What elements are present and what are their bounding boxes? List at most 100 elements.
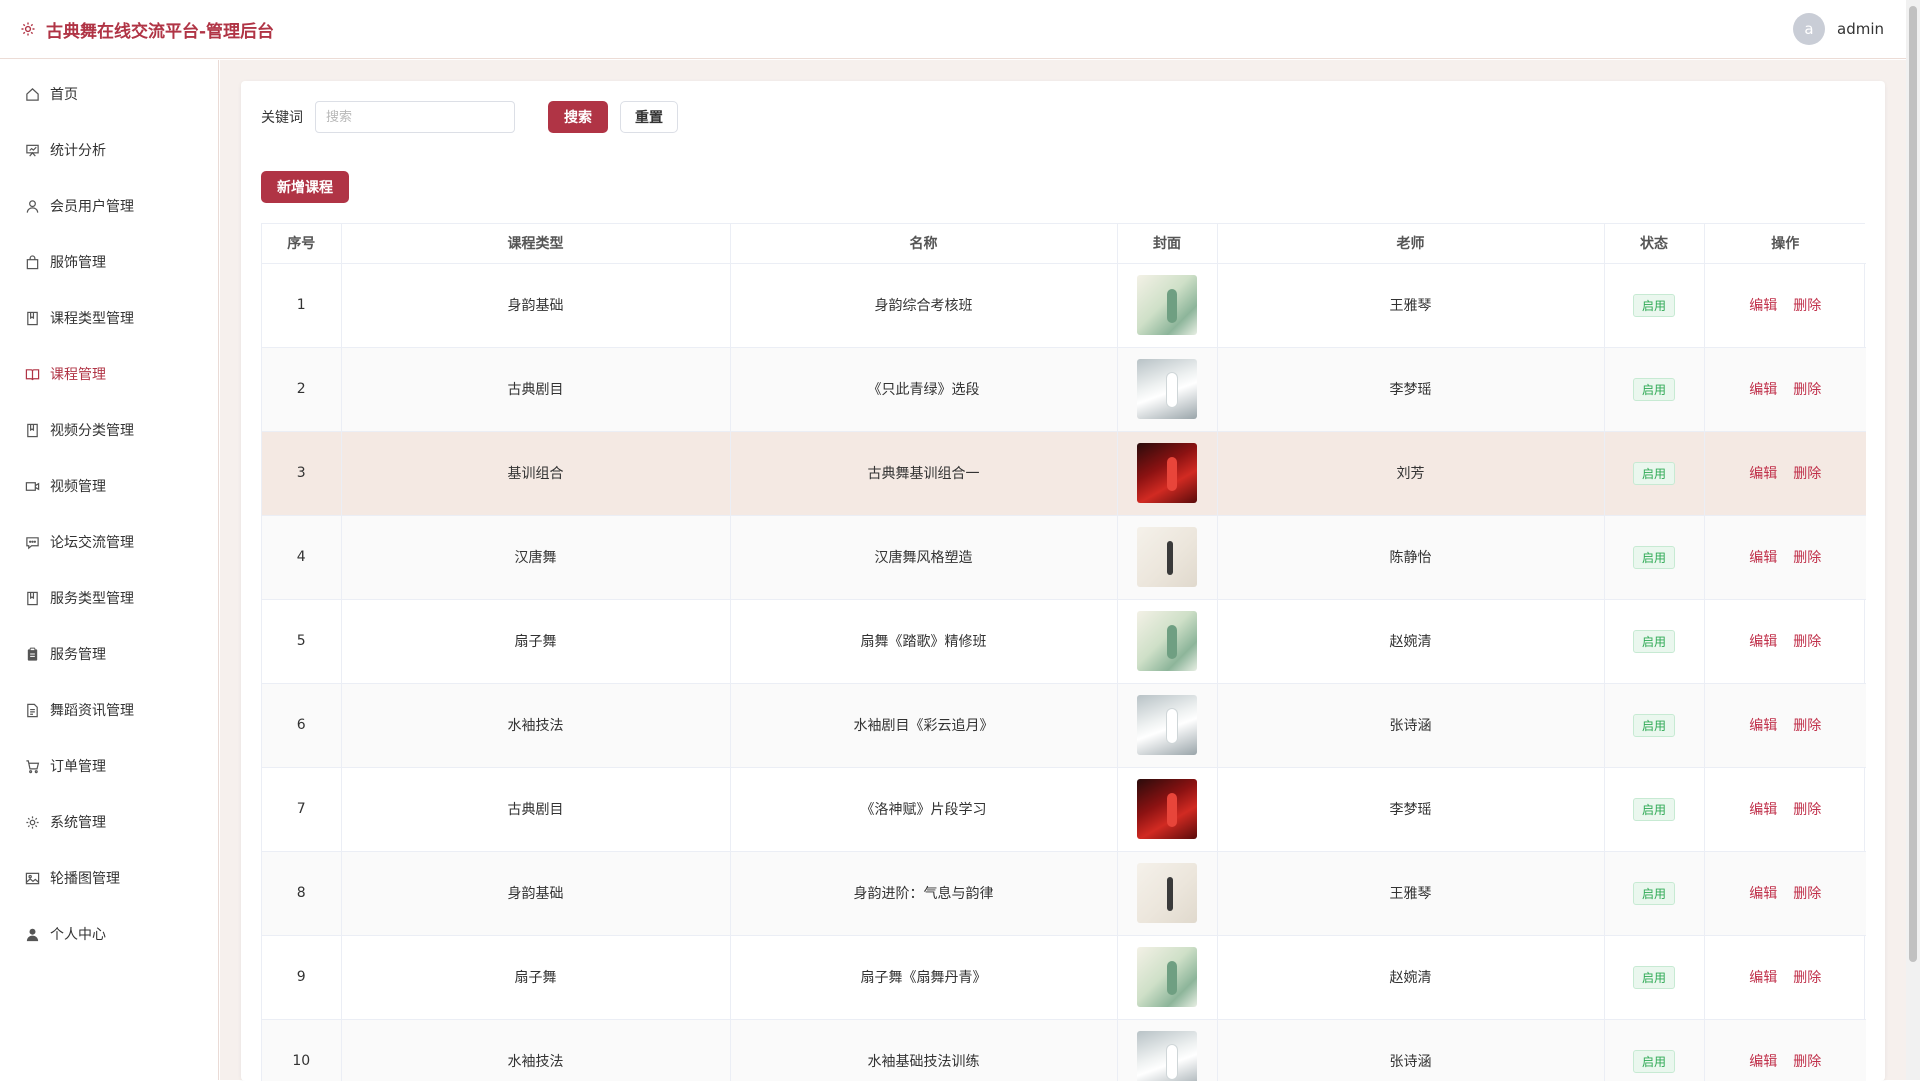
edit-button[interactable]: 编辑 [1749, 382, 1777, 398]
dancer-figure [1167, 289, 1177, 323]
keyword-label: 关键词 [261, 110, 303, 126]
course-cover-image[interactable] [1137, 359, 1197, 419]
user-menu[interactable]: a admin [1793, 13, 1884, 45]
cart-icon [24, 758, 40, 774]
cell-actions: 编辑 删除 [1704, 263, 1866, 348]
table-row[interactable]: 10 水袖技法 水袖基础技法训练 张诗涵 启用 编辑 删除 [262, 1019, 1866, 1081]
table-row[interactable]: 9 扇子舞 扇子舞《扇舞丹青》 赵婉清 启用 编辑 删除 [262, 935, 1866, 1020]
table-row[interactable]: 6 水袖技法 水袖剧目《彩云追月》 张诗涵 启用 编辑 删除 [262, 683, 1866, 768]
cell-cover [1117, 515, 1218, 600]
sidebar-item-service-types[interactable]: 服务类型管理 [0, 570, 218, 626]
add-course-button[interactable]: 新增课程 [261, 171, 349, 203]
sidebar-item-home[interactable]: 首页 [0, 66, 218, 122]
sidebar-item-apparel[interactable]: 服饰管理 [0, 234, 218, 290]
sidebar-item-courses[interactable]: 课程管理 [0, 346, 218, 402]
dancer-figure [1167, 457, 1177, 491]
sidebar-item-label: 服务类型管理 [50, 591, 134, 607]
status-badge: 启用 [1632, 545, 1675, 569]
edit-button[interactable]: 编辑 [1749, 550, 1777, 566]
status-badge: 启用 [1632, 1049, 1675, 1073]
course-cover-image[interactable] [1137, 611, 1197, 671]
sidebar-item-label: 舞蹈资讯管理 [50, 703, 134, 719]
cell-actions: 编辑 删除 [1704, 431, 1866, 516]
delete-button[interactable]: 删除 [1793, 382, 1821, 398]
course-cover-image[interactable] [1137, 275, 1197, 335]
course-cover-image[interactable] [1137, 863, 1197, 923]
sidebar-item-services[interactable]: 服务管理 [0, 626, 218, 682]
search-input[interactable] [315, 101, 515, 133]
status-badge: 启用 [1632, 965, 1675, 989]
cell-course-type: 古典剧目 [341, 347, 731, 432]
cell-teacher: 王雅琴 [1217, 263, 1605, 348]
edit-button[interactable]: 编辑 [1749, 718, 1777, 734]
sidebar-item-forum[interactable]: 论坛交流管理 [0, 514, 218, 570]
delete-button[interactable]: 删除 [1793, 802, 1821, 818]
sidebar-item-videos[interactable]: 视频管理 [0, 458, 218, 514]
column-header-no: 序号 [262, 224, 342, 264]
search-button[interactable]: 搜索 [548, 101, 608, 133]
cell-no: 7 [262, 767, 342, 852]
edit-button[interactable]: 编辑 [1749, 634, 1777, 650]
reset-button[interactable]: 重置 [620, 101, 678, 133]
status-badge: 启用 [1632, 461, 1675, 485]
page-scrollbar[interactable] [1906, 0, 1920, 1080]
dancer-figure [1167, 709, 1177, 743]
sidebar-item-profile[interactable]: 个人中心 [0, 906, 218, 962]
edit-button[interactable]: 编辑 [1749, 886, 1777, 902]
scrollbar-thumb[interactable] [1909, 6, 1917, 962]
sidebar-item-orders[interactable]: 订单管理 [0, 738, 218, 794]
sidebar-item-members[interactable]: 会员用户管理 [0, 178, 218, 234]
course-cover-image[interactable] [1137, 443, 1197, 503]
book-icon [24, 310, 40, 326]
content-card: 关键词 搜索 重置 新增课程 序号 课程类型 名称 封面 老师 状态 [241, 81, 1885, 1081]
sidebar-item-system[interactable]: 系统管理 [0, 794, 218, 850]
delete-button[interactable]: 删除 [1793, 634, 1821, 650]
table-row[interactable]: 8 身韵基础 身韵进阶：气息与韵律 王雅琴 启用 编辑 删除 [262, 851, 1866, 936]
sidebar-item-course-types[interactable]: 课程类型管理 [0, 290, 218, 346]
edit-button[interactable]: 编辑 [1749, 298, 1777, 314]
delete-button[interactable]: 删除 [1793, 550, 1821, 566]
sidebar-item-carousel[interactable]: 轮播图管理 [0, 850, 218, 906]
username[interactable]: admin [1837, 20, 1884, 38]
sidebar-item-statistics[interactable]: 统计分析 [0, 122, 218, 178]
delete-button[interactable]: 删除 [1793, 466, 1821, 482]
course-cover-image[interactable] [1137, 947, 1197, 1007]
cell-course-name: 水袖基础技法训练 [730, 1019, 1118, 1081]
cell-actions: 编辑 删除 [1704, 599, 1866, 684]
table-row[interactable]: 7 古典剧目 《洛神赋》片段学习 李梦瑶 启用 编辑 删除 [262, 767, 1866, 852]
course-cover-image[interactable] [1137, 695, 1197, 755]
top-bar: 古典舞在线交流平台-管理后台 a admin [0, 0, 1906, 59]
table-header-row: 序号 课程类型 名称 封面 老师 状态 操作 [262, 224, 1866, 264]
sidebar: 首页 统计分析 会员用户管理 服饰管理 课程类型管理 课程管理 视频分类管理 视… [0, 60, 219, 1080]
gear-icon [24, 814, 40, 830]
cell-status: 启用 [1604, 935, 1705, 1020]
course-cover-image[interactable] [1137, 527, 1197, 587]
edit-button[interactable]: 编辑 [1749, 466, 1777, 482]
sidebar-item-video-categories[interactable]: 视频分类管理 [0, 402, 218, 458]
edit-button[interactable]: 编辑 [1749, 802, 1777, 818]
delete-button[interactable]: 删除 [1793, 970, 1821, 986]
table-row[interactable]: 3 基训组合 古典舞基训组合一 刘芳 启用 编辑 删除 [262, 431, 1866, 516]
delete-button[interactable]: 删除 [1793, 886, 1821, 902]
cell-status: 启用 [1604, 683, 1705, 768]
table-row[interactable]: 2 古典剧目 《只此青绿》选段 李梦瑶 启用 编辑 删除 [262, 347, 1866, 432]
course-cover-image[interactable] [1137, 1031, 1197, 1081]
cell-actions: 编辑 删除 [1704, 767, 1866, 852]
delete-button[interactable]: 删除 [1793, 1054, 1821, 1070]
status-badge: 启用 [1632, 377, 1675, 401]
app-title: 古典舞在线交流平台-管理后台 [46, 21, 275, 42]
delete-button[interactable]: 删除 [1793, 298, 1821, 314]
cell-no: 6 [262, 683, 342, 768]
column-header-cover: 封面 [1117, 224, 1218, 264]
course-cover-image[interactable] [1137, 779, 1197, 839]
column-header-name: 名称 [730, 224, 1118, 264]
edit-button[interactable]: 编辑 [1749, 1054, 1777, 1070]
sidebar-item-dance-news[interactable]: 舞蹈资讯管理 [0, 682, 218, 738]
table-row[interactable]: 1 身韵基础 身韵综合考核班 王雅琴 启用 编辑 删除 [262, 263, 1866, 348]
table-row[interactable]: 5 扇子舞 扇舞《踏歌》精修班 赵婉清 启用 编辑 删除 [262, 599, 1866, 684]
cell-actions: 编辑 删除 [1704, 347, 1866, 432]
table-row[interactable]: 4 汉唐舞 汉唐舞风格塑造 陈静怡 启用 编辑 删除 [262, 515, 1866, 600]
avatar[interactable]: a [1793, 13, 1825, 45]
delete-button[interactable]: 删除 [1793, 718, 1821, 734]
edit-button[interactable]: 编辑 [1749, 970, 1777, 986]
